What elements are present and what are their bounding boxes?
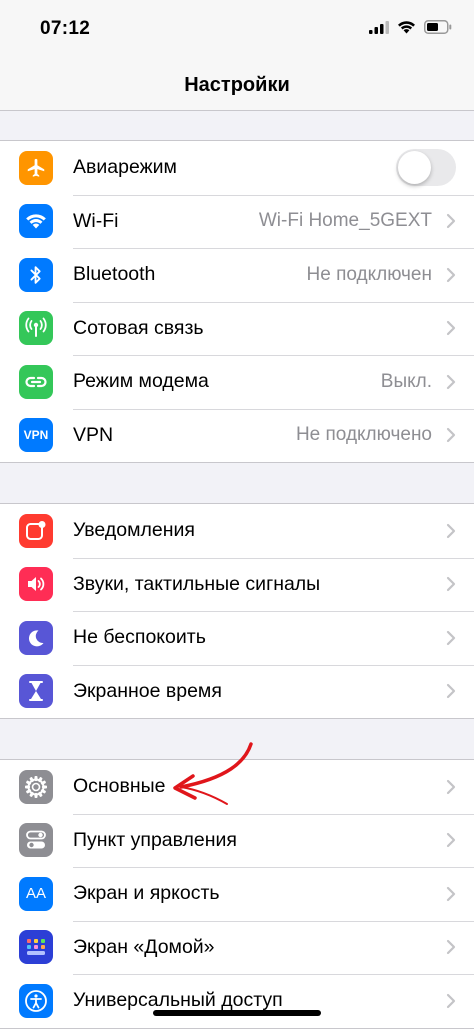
settings-row-accessibility[interactable]: Универсальный доступ [0, 974, 474, 1028]
row-label: Звуки, тактильные сигналы [73, 572, 321, 595]
moon-icon [19, 620, 53, 655]
settings-row-display[interactable]: AA Экран и яркость [0, 867, 474, 921]
chevron-right-icon [446, 833, 456, 848]
vpn-icon-text: VPN [23, 428, 49, 443]
sounds-icon [19, 567, 53, 602]
settings-row-control-center[interactable]: Пункт управления [0, 813, 474, 868]
row-value: Wi-Fi Home_5GEXT [258, 210, 432, 232]
chevron-right-icon [446, 940, 456, 955]
settings-row-hotspot[interactable]: Режим модема Выкл. [0, 355, 474, 409]
settings-group-connectivity: Авиарежим Wi-Fi Wi-Fi Home_5GEXT Bluetoo… [0, 140, 474, 463]
row-label: Не беспокоить [73, 626, 206, 649]
row-label: Экранное время [73, 679, 222, 702]
row-value: Выкл. [380, 370, 432, 392]
chevron-right-icon [446, 321, 456, 336]
settings-row-wifi[interactable]: Wi-Fi Wi-Fi Home_5GEXT [0, 194, 474, 249]
row-label: Режим модема [73, 370, 209, 393]
row-value: Не подключено [295, 424, 432, 446]
chevron-right-icon [446, 577, 456, 592]
settings-row-screen-time[interactable]: Экранное время [0, 664, 474, 719]
chevron-right-icon [446, 630, 456, 645]
row-label: VPN [73, 423, 114, 446]
row-label: Основные [73, 775, 166, 798]
cellular-icon [19, 311, 53, 346]
settings-row-home-screen[interactable]: Экран «Домой» [0, 920, 474, 975]
nav-bar: Настройки [0, 60, 474, 111]
chevron-right-icon [446, 374, 456, 389]
page-title: Настройки [184, 73, 290, 96]
settings-group-notifications: Уведомления Звуки, тактильные сигналы Не… [0, 503, 474, 719]
row-label: Экран и яркость [73, 882, 220, 905]
row-label: Пункт управления [73, 828, 237, 851]
signal-icon [369, 20, 389, 34]
row-label: Авиарежим [73, 156, 177, 179]
status-icons [369, 20, 452, 34]
home-indicator[interactable] [153, 1010, 321, 1016]
control-center-icon [19, 823, 53, 858]
chevron-right-icon [446, 684, 456, 699]
row-label: Wi-Fi [73, 209, 119, 232]
status-time: 07:12 [40, 18, 91, 39]
row-label: Уведомления [73, 519, 195, 542]
settings-row-cellular[interactable]: Сотовая связь [0, 301, 474, 356]
row-label: Сотовая связь [73, 316, 204, 339]
row-label: Универсальный доступ [73, 989, 283, 1012]
accessibility-icon [19, 983, 53, 1018]
wifi-status-icon [398, 21, 415, 34]
toggle-knob [398, 151, 431, 185]
bluetooth-icon [19, 257, 53, 292]
settings-row-bluetooth[interactable]: Bluetooth Не подключен [0, 248, 474, 302]
chevron-right-icon [446, 779, 456, 794]
airplane-icon [19, 150, 53, 185]
home-screen-icon [19, 930, 53, 965]
chevron-right-icon [446, 886, 456, 901]
hourglass-icon [19, 674, 53, 709]
settings-row-notifications[interactable]: Уведомления [0, 504, 474, 558]
gear-icon [19, 769, 53, 804]
chevron-right-icon [446, 267, 456, 282]
display-icon: AA [19, 876, 53, 911]
battery-icon [424, 20, 452, 34]
settings-row-vpn[interactable]: VPN VPN Не подключено [0, 408, 474, 463]
settings-row-airplane[interactable]: Авиарежим [0, 141, 474, 195]
annotation-arrow-icon [173, 742, 253, 805]
settings-row-sounds[interactable]: Звуки, тактильные сигналы [0, 557, 474, 612]
settings-row-do-not-disturb[interactable]: Не беспокоить [0, 611, 474, 665]
chevron-right-icon [446, 993, 456, 1008]
hotspot-icon [19, 364, 53, 399]
chevron-right-icon [446, 523, 456, 538]
wifi-icon [19, 204, 53, 239]
airplane-toggle[interactable] [396, 149, 456, 187]
row-label: Bluetooth [73, 263, 156, 286]
row-label: Экран «Домой» [73, 935, 215, 958]
chevron-right-icon [446, 214, 456, 229]
chevron-right-icon [446, 428, 456, 443]
notifications-icon [19, 513, 53, 548]
row-value: Не подключен [306, 263, 433, 285]
display-icon-text: AA [25, 885, 46, 903]
vpn-icon: VPN [19, 418, 53, 453]
status-bar: 07:12 [0, 0, 474, 60]
